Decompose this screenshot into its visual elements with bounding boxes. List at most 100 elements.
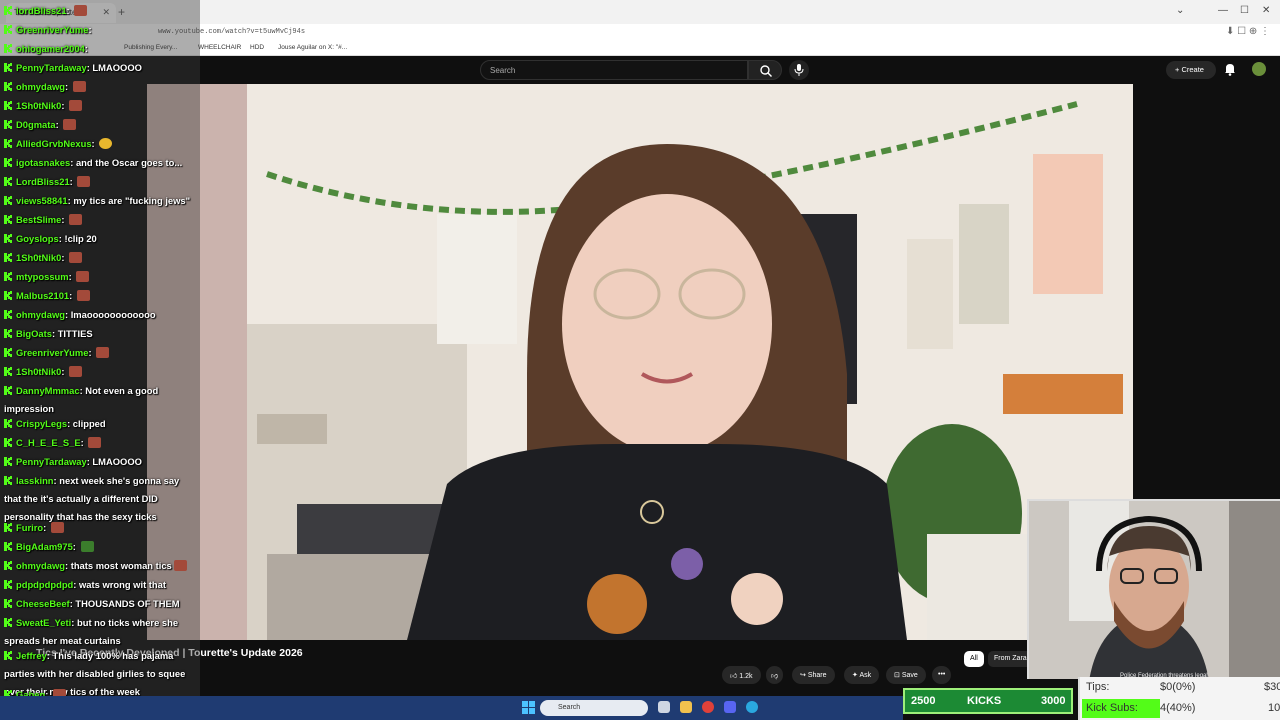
- chat-username[interactable]: ohmydawg: [16, 309, 65, 320]
- create-button[interactable]: + Create: [1166, 61, 1216, 79]
- subs-label: Kick Subs:: [1086, 702, 1138, 714]
- chat-username[interactable]: Goyslops: [16, 233, 59, 244]
- chat-username[interactable]: ohmydawg: [16, 81, 65, 92]
- chat-username[interactable]: pdpdpdpdpd: [16, 579, 73, 590]
- youtube-search-input[interactable]: Search: [480, 60, 748, 80]
- tab-list-icon[interactable]: ⌄: [1176, 5, 1184, 16]
- chat-username[interactable]: CrispyLegs: [16, 418, 67, 429]
- chat-emote-icon: [74, 5, 88, 16]
- voice-search-button[interactable]: [789, 60, 809, 80]
- chat-text: !clip 20: [64, 233, 97, 244]
- chat-username[interactable]: CheeseBeef: [16, 598, 70, 609]
- chrome-icon[interactable]: [702, 701, 714, 713]
- chat-message: 1Sh0tNik0:: [4, 97, 194, 115]
- chat-username[interactable]: Malbus2101: [16, 290, 69, 301]
- chat-message: GreenriverYume:: [4, 21, 194, 39]
- chat-message: BigOats: TITTIES: [4, 325, 194, 343]
- task-view-icon[interactable]: [658, 701, 670, 713]
- chat-username[interactable]: PennyTardaway: [16, 456, 87, 467]
- chat-message: Goyslops: !clip 20: [4, 230, 194, 248]
- search-button[interactable]: [748, 60, 782, 80]
- share-button[interactable]: ↪ Share: [792, 666, 835, 684]
- taskbar-search-input[interactable]: Search: [540, 700, 648, 716]
- minimize-icon[interactable]: —: [1218, 5, 1228, 16]
- chat-message: 1Sh0tNik0:: [4, 249, 194, 267]
- thumbs-up-icon: 👍︎: [730, 673, 740, 680]
- windows-start-icon[interactable]: [522, 701, 535, 714]
- kick-logo-icon: [4, 367, 12, 376]
- kick-logo-icon: [4, 177, 12, 186]
- chat-username[interactable]: PennyTardaway: [16, 62, 87, 73]
- kick-logo-icon: [4, 196, 12, 205]
- chat-username[interactable]: BigAdam975: [16, 541, 73, 552]
- chat-username[interactable]: AlliedGrvbNexus: [16, 138, 92, 149]
- microphone-icon: [794, 64, 804, 76]
- chat-username[interactable]: C_H_E_E_S_E: [16, 437, 81, 448]
- chat-message: Malbus2101:: [4, 287, 194, 305]
- chat-emote-icon: [69, 100, 83, 111]
- kicks-goal-bar: 2500 KICKS 3000: [903, 688, 1073, 714]
- chat-username[interactable]: ohiogamer2004: [16, 43, 85, 54]
- chip-all[interactable]: All: [964, 651, 984, 667]
- tips-goal: $30: [1264, 681, 1280, 693]
- like-button[interactable]: 👍︎ 1.2k: [722, 666, 761, 684]
- kick-logo-icon: [4, 419, 12, 428]
- chat-message: DannyMmmac: Not even a good impression: [4, 382, 194, 418]
- thumbs-down-icon: 👎︎: [771, 673, 779, 680]
- chat-username[interactable]: mtypossum: [16, 271, 69, 282]
- account-avatar[interactable]: [1252, 62, 1266, 76]
- kick-logo-icon: [4, 44, 12, 53]
- save-label: Save: [901, 672, 918, 679]
- chat-emote-icon: [72, 81, 86, 92]
- kick-logo-icon: [4, 386, 12, 395]
- ask-button[interactable]: ✦ Ask: [844, 666, 880, 684]
- bookmark-item[interactable]: HDD: [250, 44, 264, 51]
- chat-message: BigAdam975:: [4, 538, 194, 556]
- chat-username[interactable]: BigOats: [16, 328, 52, 339]
- chat-username[interactable]: ohmydawg: [16, 560, 65, 571]
- dislike-button[interactable]: 👎︎: [766, 666, 784, 684]
- chat-username[interactable]: D0gmata: [16, 119, 56, 130]
- subs-goal: 10: [1268, 702, 1280, 714]
- extension-icons[interactable]: ⬇ ☐ ⊕ ⋮: [1226, 26, 1270, 37]
- bookmark-item[interactable]: WHEELCHAIR: [198, 44, 241, 51]
- chat-emote-icon: [76, 271, 90, 282]
- chat-username[interactable]: 1Sh0tNik0: [16, 366, 61, 377]
- chat-username[interactable]: GreenriverYume: [16, 24, 88, 35]
- chat-colon: :: [69, 176, 76, 187]
- webcam-image: [1029, 501, 1280, 679]
- save-button[interactable]: ⊡ Save: [886, 666, 926, 684]
- ask-label: Ask: [859, 672, 872, 679]
- chat-colon: :: [61, 100, 68, 111]
- chat-username[interactable]: lasskinn: [16, 475, 54, 486]
- maximize-icon[interactable]: ☐: [1240, 5, 1249, 16]
- chat-username[interactable]: DannyMmmac: [16, 385, 80, 396]
- discord-icon[interactable]: [724, 701, 736, 713]
- app-icon[interactable]: [746, 701, 758, 713]
- video-player[interactable]: [147, 84, 1133, 640]
- chat-username[interactable]: lordBliss21: [16, 5, 67, 16]
- chat-username[interactable]: GreenriverYume: [16, 347, 88, 358]
- chat-username[interactable]: igotasnakes: [16, 157, 70, 168]
- chat-emote-icon: [77, 176, 91, 187]
- desktop-screen: Tourette's Update ✕ + ⌄ — ☐ ✕ www.youtub…: [0, 0, 1280, 720]
- chat-message: pdpdpdpdpd: wats wrong wit that: [4, 576, 194, 594]
- chat-username[interactable]: 1Sh0tNik0: [16, 252, 61, 263]
- notifications-bell-icon[interactable]: [1224, 63, 1236, 76]
- chat-username[interactable]: BestSlime: [16, 214, 61, 225]
- close-window-icon[interactable]: ✕: [1262, 5, 1270, 16]
- chat-username[interactable]: Furiro: [16, 522, 43, 533]
- chat-message: ohiogamer2004:: [4, 40, 194, 58]
- file-explorer-icon[interactable]: [680, 701, 692, 713]
- bookmark-item[interactable]: Jouse Aguilar on X: "#...: [278, 44, 347, 51]
- chip-from-creator[interactable]: From Zara: [988, 651, 1033, 667]
- chat-colon: :: [72, 541, 79, 552]
- kick-logo-icon: [4, 651, 12, 660]
- chat-username[interactable]: SweatE_Yeti: [16, 617, 71, 628]
- chat-username[interactable]: Jeffrey: [16, 650, 47, 661]
- kick-logo-icon: [4, 139, 12, 148]
- chat-username[interactable]: LordBliss21: [16, 176, 70, 187]
- kick-logo-icon: [4, 329, 12, 338]
- chat-username[interactable]: views58841: [16, 195, 68, 206]
- chat-username[interactable]: 1Sh0tNik0: [16, 100, 61, 111]
